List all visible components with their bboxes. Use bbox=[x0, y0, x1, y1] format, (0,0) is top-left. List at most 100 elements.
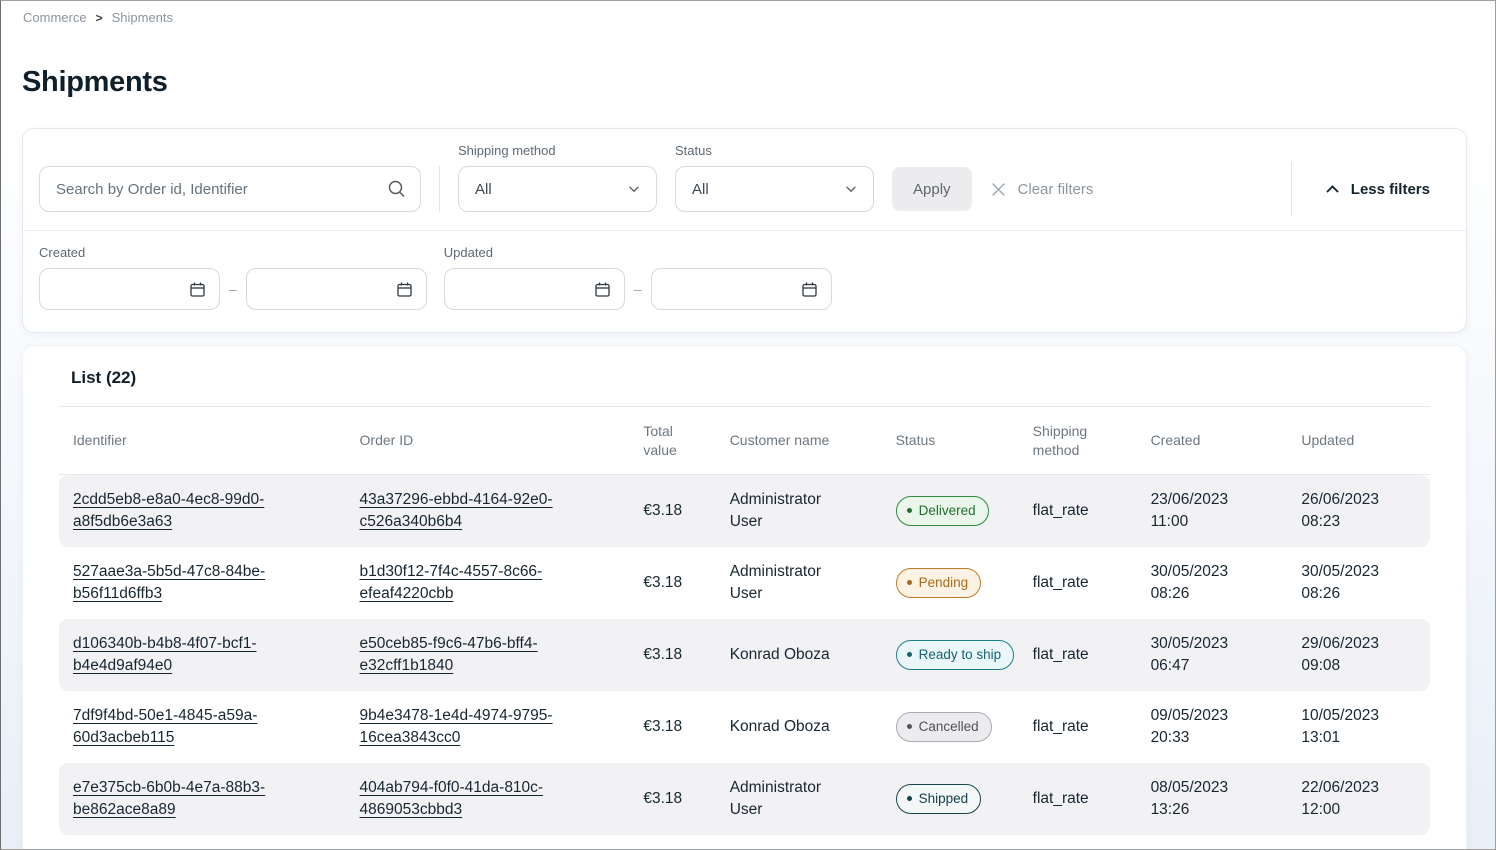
order-id-link[interactable]: 9b4e3478-1e4d-4974-9795-16cea3843cc0 bbox=[360, 707, 553, 746]
status-field: Status All bbox=[675, 143, 874, 212]
search-field bbox=[39, 166, 421, 212]
updated-to-input[interactable] bbox=[651, 268, 832, 310]
breadcrumb-separator-icon: > bbox=[96, 11, 103, 25]
table-row: d106340b-b4b8-4f07-bcf1-b4e4d9af94e0 e50… bbox=[59, 619, 1430, 691]
status-dot-icon bbox=[907, 724, 912, 729]
calendar-icon bbox=[593, 280, 612, 299]
updated-at: 29/06/2023 09:08 bbox=[1287, 621, 1430, 690]
identifier-link[interactable]: 7df9f4bd-50e1-4845-a59a-60d3acbeb115 bbox=[73, 707, 257, 746]
customer-name: Konrad Oboza bbox=[716, 704, 882, 750]
table-row: 2cdd5eb8-e8a0-4ec8-99d0-a8f5db6e3a63 43a… bbox=[59, 475, 1430, 547]
order-id-link[interactable]: e50ceb85-f9c6-47b6-bff4-e32cff1b1840 bbox=[360, 635, 538, 674]
customer-name: Administrator User bbox=[716, 549, 882, 618]
created-at: 30/05/2023 08:26 bbox=[1137, 549, 1288, 618]
status-select[interactable]: All bbox=[675, 166, 874, 212]
calendar-icon bbox=[395, 280, 414, 299]
identifier-link[interactable]: e7e375cb-6b0b-4e7a-88b3-be862ace8a89 bbox=[73, 779, 265, 818]
table-row: e7e375cb-6b0b-4e7a-88b3-be862ace8a89 404… bbox=[59, 763, 1430, 835]
divider-vertical bbox=[439, 166, 440, 212]
identifier-link[interactable]: d106340b-b4b8-4f07-bcf1-b4e4d9af94e0 bbox=[73, 635, 257, 674]
range-separator: – bbox=[229, 281, 237, 297]
shipping-method: flat_rate bbox=[1019, 560, 1137, 606]
order-id-link[interactable]: 404ab794-f0f0-41da-810c-4869053cbbd3 bbox=[360, 779, 544, 818]
status-dot-icon bbox=[907, 796, 912, 801]
customer-name: Konrad Oboza bbox=[716, 632, 882, 678]
updated-at: 30/05/2023 08:26 bbox=[1287, 549, 1430, 618]
updated-at: 26/06/2023 08:23 bbox=[1287, 477, 1430, 546]
list-title: List (22) bbox=[59, 346, 1430, 406]
updated-from-input[interactable] bbox=[444, 268, 625, 310]
column-header-status: Status bbox=[882, 431, 1019, 450]
shipments-list-panel: List (22) Identifier Order ID Total valu… bbox=[22, 345, 1467, 849]
apply-button[interactable]: Apply bbox=[892, 167, 972, 211]
order-id-link[interactable]: b1d30f12-7f4c-4557-8c66-efeaf4220cbb bbox=[360, 563, 543, 602]
status-dot-icon bbox=[907, 508, 912, 513]
created-at: 30/05/2023 06:47 bbox=[1137, 621, 1288, 690]
order-id-link[interactable]: 43a37296-ebbd-4164-92e0-c526a340b6b4 bbox=[360, 491, 553, 530]
total-value: €3.18 bbox=[629, 560, 715, 606]
chevron-up-icon bbox=[1324, 181, 1341, 198]
shipping-method-field: Shipping method All bbox=[458, 143, 657, 212]
clear-filters-button[interactable]: Clear filters bbox=[990, 167, 1094, 211]
status-badge: Delivered bbox=[896, 496, 989, 527]
created-label: Created bbox=[39, 245, 427, 260]
identifier-link[interactable]: 2cdd5eb8-e8a0-4ec8-99d0-a8f5db6e3a63 bbox=[73, 491, 264, 530]
chevron-down-icon bbox=[843, 181, 859, 197]
column-header-order-id: Order ID bbox=[346, 431, 630, 450]
status-badge: Ready to ship bbox=[896, 640, 1015, 671]
status-label: Status bbox=[675, 143, 874, 158]
column-header-created: Created bbox=[1137, 431, 1288, 450]
status-badge: Cancelled bbox=[896, 712, 992, 743]
filters-panel: Shipping method All Status All bbox=[22, 128, 1467, 333]
shipping-method-label: Shipping method bbox=[458, 143, 657, 158]
shipping-method: flat_rate bbox=[1019, 704, 1137, 750]
updated-label: Updated bbox=[444, 245, 832, 260]
updated-at: 10/05/2023 13:01 bbox=[1287, 693, 1430, 762]
calendar-icon bbox=[800, 280, 819, 299]
search-icon bbox=[387, 179, 407, 199]
column-header-shipping-method: Shipping method bbox=[1019, 422, 1137, 460]
table-row: 7df9f4bd-50e1-4845-a59a-60d3acbeb115 9b4… bbox=[59, 691, 1430, 763]
chevron-down-icon bbox=[626, 181, 642, 197]
created-range-field: Created – bbox=[39, 245, 427, 310]
main-content: Shipping method All Status All bbox=[1, 125, 1495, 849]
status-dot-icon bbox=[907, 580, 912, 585]
search-input[interactable] bbox=[39, 166, 421, 212]
column-header-updated: Updated bbox=[1287, 431, 1430, 450]
total-value: €3.18 bbox=[629, 632, 715, 678]
updated-at: 22/06/2023 12:00 bbox=[1287, 765, 1430, 834]
shipping-method-select[interactable]: All bbox=[458, 166, 657, 212]
total-value: €3.18 bbox=[629, 488, 715, 534]
filters-row-primary: Shipping method All Status All bbox=[23, 129, 1466, 230]
filters-row-dates: Created – bbox=[23, 230, 1466, 332]
created-at: 09/05/2023 20:33 bbox=[1137, 693, 1288, 762]
shipping-method: flat_rate bbox=[1019, 488, 1137, 534]
shipping-method: flat_rate bbox=[1019, 632, 1137, 678]
less-filters-toggle[interactable]: Less filters bbox=[1324, 167, 1430, 211]
range-separator: – bbox=[634, 281, 642, 297]
customer-name: Administrator User bbox=[716, 477, 882, 546]
status-dot-icon bbox=[907, 652, 912, 657]
created-at: 23/06/2023 11:00 bbox=[1137, 477, 1288, 546]
created-to-input[interactable] bbox=[246, 268, 427, 310]
total-value: €3.18 bbox=[629, 704, 715, 750]
close-icon bbox=[990, 181, 1007, 198]
created-at: 08/05/2023 13:26 bbox=[1137, 765, 1288, 834]
calendar-icon bbox=[188, 280, 207, 299]
total-value: €3.18 bbox=[629, 776, 715, 822]
column-header-identifier: Identifier bbox=[59, 431, 346, 450]
created-from-input[interactable] bbox=[39, 268, 220, 310]
status-badge: Shipped bbox=[896, 784, 982, 815]
table-row: 527aae3a-5b5d-47c8-84be-b56f11d6ffb3 b1d… bbox=[59, 547, 1430, 619]
customer-name: Administrator User bbox=[716, 765, 882, 834]
page-title: Shipments bbox=[22, 66, 1495, 99]
shipments-table: Identifier Order ID Total value Customer… bbox=[59, 406, 1430, 835]
breadcrumb-shipments[interactable]: Shipments bbox=[112, 10, 173, 25]
column-header-total-value: Total value bbox=[629, 422, 715, 460]
updated-range-field: Updated – bbox=[444, 245, 832, 310]
identifier-link[interactable]: 527aae3a-5b5d-47c8-84be-b56f11d6ffb3 bbox=[73, 563, 265, 602]
divider-vertical bbox=[1291, 162, 1292, 216]
table-header-row: Identifier Order ID Total value Customer… bbox=[59, 407, 1430, 475]
breadcrumb-commerce[interactable]: Commerce bbox=[23, 10, 87, 25]
status-badge: Pending bbox=[896, 568, 982, 599]
